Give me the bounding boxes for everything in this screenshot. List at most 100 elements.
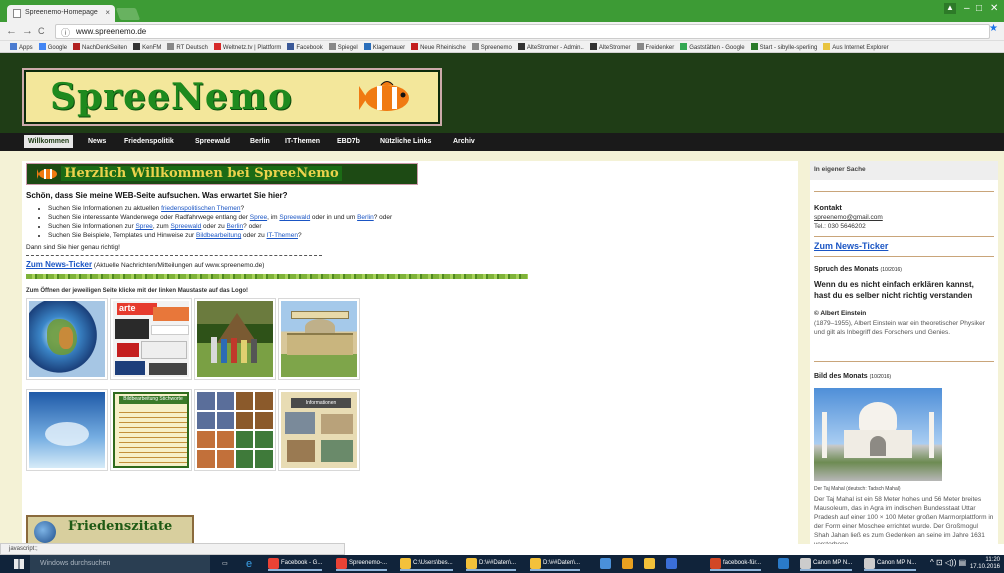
taskbar-app-button[interactable]: Canon MP N...	[864, 557, 917, 571]
bookmark-item[interactable]: RT Deutsch	[167, 43, 208, 51]
taskbar-app-button[interactable]: D:\##Daten\...	[466, 557, 517, 571]
window-close-icon[interactable]: ✕	[990, 3, 998, 14]
tile-sky-heart[interactable]	[26, 389, 108, 471]
tile-berlin-reichstag[interactable]	[278, 298, 360, 380]
inline-link[interactable]: IT-Themen	[267, 232, 298, 239]
new-tab-button[interactable]	[115, 8, 141, 20]
bookmark-favicon-icon	[411, 43, 419, 50]
clock[interactable]: 11:20 17.10.2016	[970, 557, 1000, 571]
windows-start-icon[interactable]	[14, 559, 24, 569]
bookmark-favicon-icon	[471, 43, 479, 50]
tile-bildbearbeitung[interactable]: Bildbearbeitung Stichworte	[110, 389, 192, 471]
divider	[814, 191, 994, 192]
close-icon[interactable]: ×	[105, 8, 110, 17]
tile-globe[interactable]	[26, 298, 108, 380]
bookmark-item[interactable]: Gaststätten - Google	[680, 43, 745, 51]
kontakt-heading: Kontakt	[814, 203, 842, 212]
bookmark-item[interactable]: Google	[38, 43, 67, 51]
bookmark-item[interactable]: Weltnetz.tv | Plattform	[213, 43, 281, 51]
tile-spreewald-group[interactable]	[194, 298, 276, 380]
nav-item-ebd7b[interactable]: EBD7b	[333, 136, 364, 147]
inline-link[interactable]: Berlin	[357, 214, 374, 221]
bullet-text: Suchen Sie interessante Wanderwege oder …	[48, 214, 250, 221]
bookmark-item[interactable]: Facebook	[287, 43, 323, 51]
inline-link[interactable]: Spree	[135, 223, 152, 230]
app-icon	[400, 558, 411, 569]
bookmark-item[interactable]: Spiegel	[328, 43, 358, 51]
bookmark-favicon-icon	[750, 43, 758, 50]
tile-it-informationen[interactable]: Informationen	[278, 389, 360, 471]
taskbar-app-button[interactable]: D:\##Daten\...	[530, 557, 581, 571]
bookmark-item[interactable]: AlteStromer - Admin..	[517, 43, 584, 51]
bookmark-item[interactable]: Spreenemo	[471, 43, 512, 51]
inline-link[interactable]: Berlin	[227, 223, 244, 230]
welcome-banner: Herzlich Willkommen bei SpreeNemo	[26, 163, 418, 185]
bookmark-label: Freidenker	[645, 45, 675, 51]
reload-icon[interactable]: C	[38, 26, 45, 36]
bookmark-favicon-icon	[167, 43, 175, 50]
site-logo[interactable]: SpreeNemo	[22, 68, 442, 126]
nav-item-friedenspolitik[interactable]: Friedenspolitik	[120, 136, 178, 147]
taskbar-search[interactable]: Windows durchsuchen	[30, 555, 210, 573]
sidebar-news-ticker-link[interactable]: Zum News-Ticker	[814, 241, 888, 251]
nav-item-berlin[interactable]: Berlin	[246, 136, 274, 147]
inline-link[interactable]: Spreewald	[279, 214, 310, 221]
bookmark-item[interactable]: NachDenkSeiten	[73, 43, 127, 51]
bookmark-item[interactable]: Neue Rheinische	[411, 43, 466, 51]
bookmark-label: Neue Rheinische	[420, 45, 466, 51]
nav-item-news[interactable]: News	[84, 136, 110, 147]
news-ticker-link[interactable]: Zum News-Ticker	[26, 260, 92, 269]
address-bar[interactable]: ⓘ www.spreenemo.de	[55, 24, 990, 39]
minaret	[929, 412, 934, 458]
inline-link[interactable]: Spreewald	[171, 223, 202, 230]
minimize-icon[interactable]: –	[964, 3, 970, 14]
forward-arrow-icon[interactable]: →	[22, 25, 33, 37]
nav-item-spreewald[interactable]: Spreewald	[191, 136, 234, 147]
taskbar-app-button[interactable]: C:\Users\bes...	[400, 557, 453, 571]
tile-photo-grid[interactable]	[194, 389, 276, 471]
back-arrow-icon[interactable]: ←	[6, 25, 17, 37]
nav-item-nützliche-links[interactable]: Nützliche Links	[376, 136, 435, 147]
task-view-icon[interactable]: ▭	[222, 557, 228, 571]
taskbar-app-button[interactable]: Canon MP N...	[800, 557, 853, 571]
taskbar-app-label: facebook-für...	[723, 560, 762, 566]
system-tray-icons[interactable]: ^ ⊡ ◁)) ▤	[930, 558, 966, 567]
bookmark-item[interactable]: Freidenker	[636, 43, 675, 51]
taskbar-app-button[interactable]: Spreenemo-...	[336, 557, 388, 571]
bookmark-item[interactable]: KenFM	[133, 43, 161, 51]
taskbar-app-button[interactable]: facebook-für...	[710, 557, 762, 571]
email-link[interactable]: spreenemo@gmail.com	[814, 213, 883, 222]
bookmark-star-icon[interactable]: ★	[989, 23, 998, 34]
nav-item-willkommen[interactable]: Willkommen	[24, 135, 74, 148]
nav-item-archiv[interactable]: Archiv	[449, 136, 479, 147]
bookmark-item[interactable]: Apps	[10, 43, 33, 51]
intro-closing: Dann sind Sie hier genau richtig!	[26, 244, 120, 251]
bookmark-item[interactable]: AlteStromer	[589, 43, 631, 51]
bullet-text: oder in und um	[310, 214, 358, 221]
spruch-title: Spruch des Monats	[814, 266, 879, 273]
bookmark-item[interactable]: Start - sibylle-sperling	[750, 43, 817, 51]
app-icon	[710, 558, 721, 569]
inline-link[interactable]: Bildbearbeitung	[196, 232, 241, 239]
taskbar-app-button[interactable]: Facebook - G...	[268, 557, 323, 571]
bookmark-item[interactable]: Aus Internet Explorer	[823, 43, 889, 51]
tile-news-collage[interactable]: arte	[110, 298, 192, 380]
inline-link[interactable]: Spree	[250, 214, 267, 221]
app-icon	[530, 558, 541, 569]
page-icon	[13, 9, 21, 18]
bookmark-label: AlteStromer - Admin..	[526, 45, 584, 51]
info-icon[interactable]: ⓘ	[61, 26, 70, 39]
quote-author: © Albert Einstein	[814, 310, 867, 317]
maximize-icon[interactable]: □	[976, 3, 982, 14]
edge-icon[interactable]: e	[246, 555, 252, 570]
browser-tab[interactable]: Spreenemo-Homepage ×	[7, 5, 115, 22]
intro-bullet: Suchen Sie Beispiele, Templates und Hinw…	[48, 231, 392, 240]
bookmark-label: Aus Internet Explorer	[832, 45, 889, 51]
user-icon[interactable]: ▲	[944, 3, 956, 14]
ticker-line: Zum News-Ticker (Aktuelle Nachrichten/Mi…	[26, 260, 264, 269]
inline-link[interactable]: friedenspolitischen Themen	[161, 205, 240, 212]
bookmark-item[interactable]: Klagemauer	[363, 43, 405, 51]
nav-item-it-themen[interactable]: IT-Themen	[281, 136, 324, 147]
friedenszitate-banner[interactable]: Friedenszitate	[26, 515, 194, 544]
app-icon	[600, 558, 611, 569]
